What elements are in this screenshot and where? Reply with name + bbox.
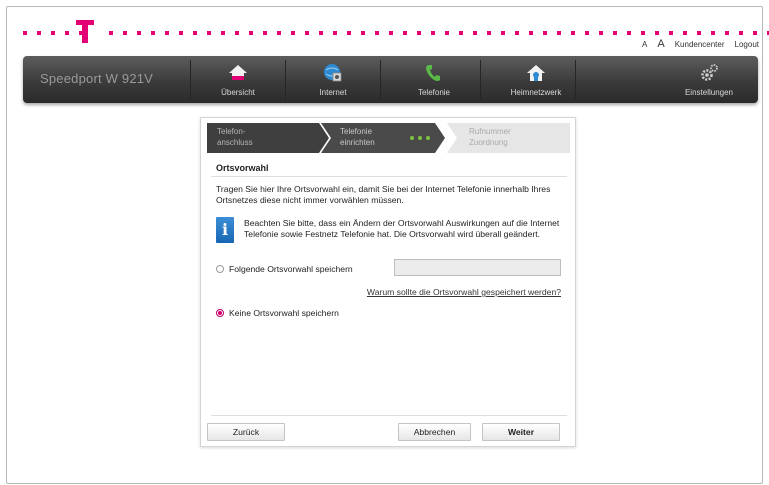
step-line2: einrichten — [340, 138, 375, 147]
nav-item-uebersicht[interactable]: Übersicht — [193, 56, 283, 103]
logout-link[interactable]: Logout — [735, 40, 759, 49]
radio-no-areacode[interactable] — [216, 309, 224, 317]
brand-dots-right — [109, 31, 769, 35]
nav-item-einstellungen[interactable]: Einstellungen — [664, 56, 754, 103]
wizard-panel: Telefon- anschluss Telefonie einrichten … — [200, 117, 576, 447]
device-title: Speedport W 921V — [40, 71, 154, 86]
help-link[interactable]: Warum sollte die Ortsvorwahl gespeichert… — [367, 287, 561, 297]
info-text: Beachten Sie bitte, dass ein Ändern der … — [244, 218, 560, 239]
phone-icon — [424, 63, 444, 83]
option-save-label: Folgende Ortsvorwahl speichern — [229, 264, 353, 274]
nav-item-label: Telefonie — [417, 88, 451, 97]
nav-item-telefonie[interactable]: Telefonie — [389, 56, 479, 103]
nav-item-heimnetzwerk[interactable]: Heimnetzwerk — [491, 56, 581, 103]
option-save-areacode[interactable]: Folgende Ortsvorwahl speichern — [216, 264, 353, 274]
step-line1: Telefon- — [217, 127, 246, 136]
nav-item-internet[interactable]: Internet — [288, 56, 378, 103]
home-icon — [228, 63, 248, 83]
font-size-small-button[interactable]: A — [642, 40, 647, 49]
home-network-icon — [526, 63, 546, 83]
wizard-steps: Telefon- anschluss Telefonie einrichten … — [207, 123, 570, 153]
step-rufnummer-zuordnung: Rufnummer Zuordnung — [469, 126, 511, 148]
step-line1: Rufnummer — [469, 127, 511, 136]
step-progress-dots — [410, 136, 430, 140]
nav-item-label: Heimnetzwerk — [510, 88, 562, 97]
gears-icon — [699, 63, 719, 83]
telekom-logo — [76, 18, 94, 46]
step-line2: anschluss — [217, 138, 253, 147]
top-links: A A Kundencenter Logout — [642, 38, 759, 50]
areacode-input[interactable] — [394, 259, 561, 276]
step-telefonie-einrichten: Telefonie einrichten — [340, 126, 375, 148]
main-navbar: Speedport W 921V Übersicht Internet Tele… — [23, 56, 758, 103]
divider — [211, 415, 567, 416]
next-button[interactable]: Weiter — [482, 423, 560, 441]
info-icon: i — [216, 217, 234, 243]
step-line2: Zuordnung — [469, 138, 508, 147]
step-telefonanschluss: Telefon- anschluss — [217, 126, 253, 148]
globe-icon — [323, 63, 343, 83]
option-none-label: Keine Ortsvorwahl speichern — [229, 308, 339, 318]
cancel-button[interactable]: Abbrechen — [398, 423, 471, 441]
option-no-areacode[interactable]: Keine Ortsvorwahl speichern — [216, 308, 339, 318]
nav-item-label: Internet — [319, 88, 347, 97]
font-size-large-button[interactable]: A — [657, 38, 664, 50]
radio-save-areacode[interactable] — [216, 265, 224, 273]
section-title: Ortsvorwahl — [216, 163, 269, 173]
intro-text: Tragen Sie hier Ihre Ortsvorwahl ein, da… — [216, 184, 551, 205]
brand-dots-left — [23, 31, 83, 35]
kundencenter-link[interactable]: Kundencenter — [675, 40, 725, 49]
nav-item-label: Übersicht — [221, 88, 255, 97]
wizard-steps-background — [207, 123, 570, 153]
nav-item-label: Einstellungen — [684, 88, 734, 97]
step-line1: Telefonie — [340, 127, 373, 136]
divider — [211, 176, 567, 177]
back-button[interactable]: Zurück — [207, 423, 285, 441]
